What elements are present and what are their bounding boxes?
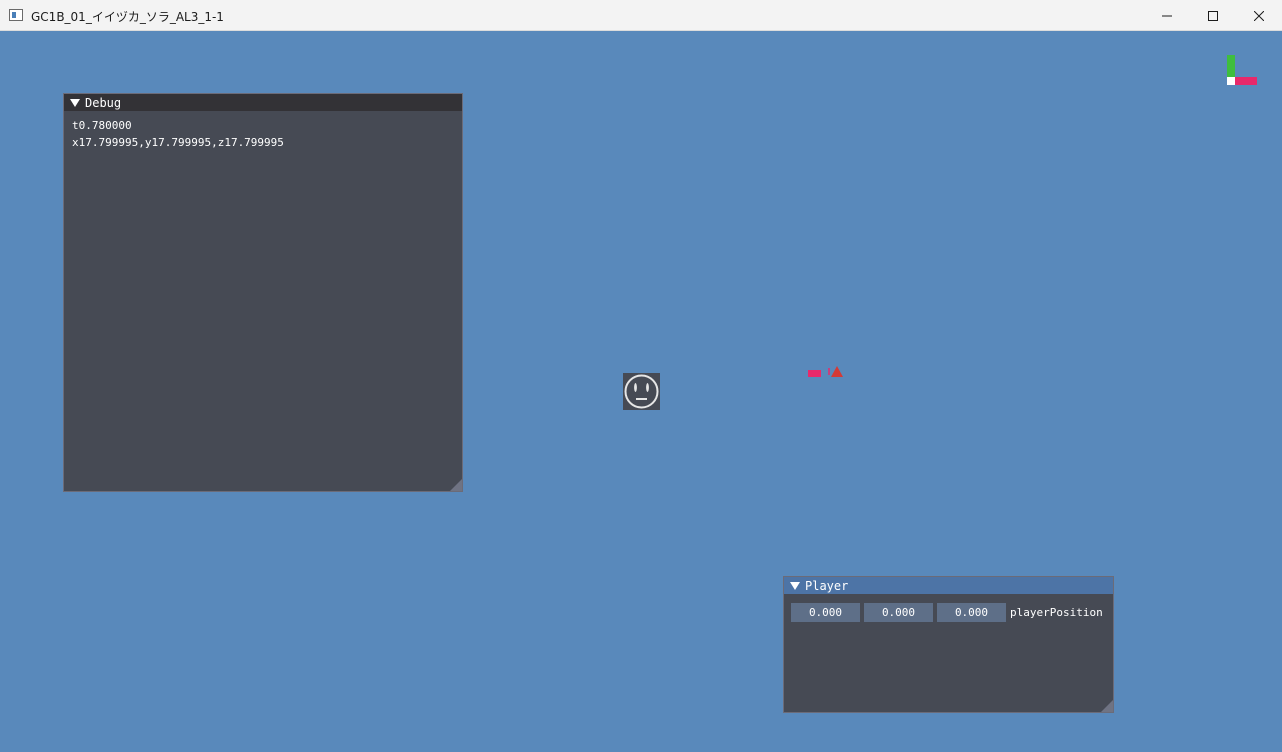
resize-grip[interactable] xyxy=(1101,700,1113,712)
minimize-icon xyxy=(1162,15,1172,16)
collapse-arrow-icon[interactable] xyxy=(70,99,80,107)
player-position-x-field[interactable]: 0.000 xyxy=(791,603,860,622)
close-icon xyxy=(1254,10,1264,21)
window-title: GC1B_01_イイヅカ_ソラ_AL3_1-1 xyxy=(31,10,224,24)
enemy-marker-icon xyxy=(828,366,843,377)
gizmo-y-axis xyxy=(1227,55,1235,77)
game-viewport[interactable]: Debug t0.780000 x17.799995,y17.799995,z1… xyxy=(1,31,1281,751)
maximize-icon xyxy=(1208,10,1218,21)
player-position-z-field[interactable]: 0.000 xyxy=(937,603,1006,622)
player-window-titlebar[interactable]: Player xyxy=(784,577,1113,594)
collapse-arrow-icon[interactable] xyxy=(790,582,800,590)
player-position-y-field[interactable]: 0.000 xyxy=(864,603,933,622)
minimize-button[interactable] xyxy=(1144,0,1190,31)
debug-window-titlebar[interactable]: Debug xyxy=(64,94,462,111)
close-button[interactable] xyxy=(1236,0,1282,31)
player-position-label: playerPosition xyxy=(1010,606,1103,619)
maximize-button[interactable] xyxy=(1190,0,1236,31)
app-window-icon xyxy=(9,9,23,21)
player-window-title: Player xyxy=(805,578,849,593)
window-titlebar[interactable]: GC1B_01_イイヅカ_ソラ_AL3_1-1 xyxy=(0,0,1282,31)
axis-gizmo xyxy=(1227,55,1259,87)
debug-window[interactable]: Debug t0.780000 x17.799995,y17.799995,z1… xyxy=(63,93,463,492)
gizmo-origin xyxy=(1227,77,1235,85)
player-sprite xyxy=(623,373,660,410)
debug-window-title: Debug xyxy=(85,95,122,110)
resize-grip[interactable] xyxy=(450,479,462,491)
debug-time-text: t0.780000 xyxy=(72,119,132,132)
player-window[interactable]: Player 0.000 0.000 0.000 playerPosition xyxy=(783,576,1114,713)
debug-position-text: x17.799995,y17.799995,z17.799995 xyxy=(72,136,284,149)
face-icon xyxy=(624,374,659,409)
gizmo-x-axis xyxy=(1235,77,1257,85)
enemy-body xyxy=(808,370,821,377)
